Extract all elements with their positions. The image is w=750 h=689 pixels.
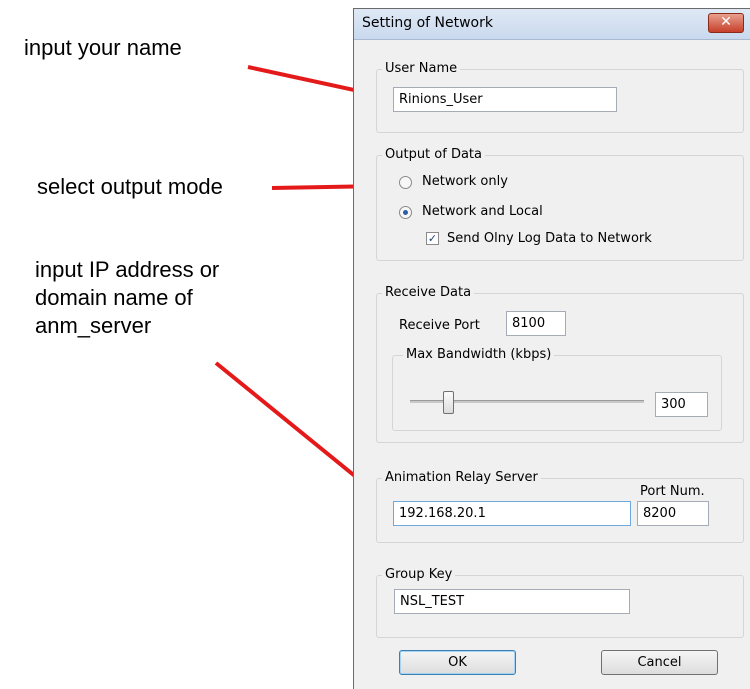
group-key-label: Group Key xyxy=(382,567,456,583)
radio-network-and-local[interactable] xyxy=(399,206,412,219)
max-bandwidth-label: Max Bandwidth (kbps) xyxy=(403,347,555,363)
dialog-title: Setting of Network xyxy=(362,15,493,31)
group-receive-label: Receive Data xyxy=(382,285,475,301)
group-user-name-label: User Name xyxy=(382,61,461,77)
user-name-input[interactable]: Rinions_User xyxy=(393,87,617,112)
close-button[interactable]: ✕ xyxy=(708,13,744,33)
group-output-label: Output of Data xyxy=(382,147,485,163)
bandwidth-value-input[interactable]: 300 xyxy=(655,392,708,417)
receive-port-input[interactable]: 8100 xyxy=(506,311,566,336)
relay-address-input[interactable]: 192.168.20.1 xyxy=(393,501,631,526)
close-icon: ✕ xyxy=(720,14,732,30)
checkbox-send-only-log[interactable]: ✓ xyxy=(426,232,439,245)
bandwidth-slider-thumb[interactable] xyxy=(443,391,454,414)
relay-server-label: Animation Relay Server xyxy=(382,470,541,486)
radio-network-and-local-label: Network and Local xyxy=(422,204,543,219)
network-settings-dialog: Setting of Network ✕ User Name Rinions_U… xyxy=(353,8,750,689)
checkbox-send-only-log-label: Send Olny Log Data to Network xyxy=(447,231,652,246)
radio-network-only[interactable] xyxy=(399,176,412,189)
group-key-input[interactable]: NSL_TEST xyxy=(394,589,630,614)
ok-button[interactable]: OK xyxy=(399,650,516,675)
receive-port-label: Receive Port xyxy=(399,318,480,333)
relay-port-input[interactable]: 8200 xyxy=(637,501,709,526)
radio-network-only-label: Network only xyxy=(422,174,508,189)
port-num-label: Port Num. xyxy=(638,484,707,500)
cancel-button[interactable]: Cancel xyxy=(601,650,718,675)
title-bar: Setting of Network ✕ xyxy=(354,9,750,40)
